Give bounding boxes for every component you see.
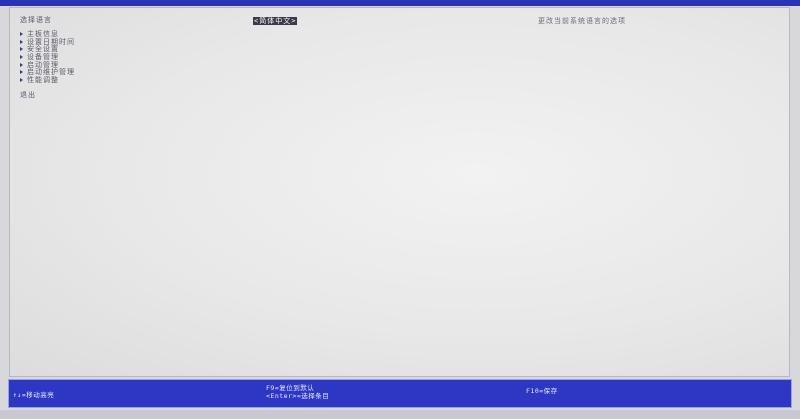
help-text: 更改当前系统语言的选项 [538, 17, 626, 25]
bios-setup-screen: 选择语言 主板信息 设置日期时间 安全设置 设备管理 启动管理 启动维护管理 性… [0, 0, 800, 419]
menu-item-security[interactable]: 安全设置 [20, 45, 220, 53]
section-title-select-language[interactable]: 选择语言 [20, 16, 220, 24]
menu-column: 选择语言 主板信息 设置日期时间 安全设置 设备管理 启动管理 启动维护管理 性… [20, 16, 220, 99]
main-panel: 选择语言 主板信息 设置日期时间 安全设置 设备管理 启动管理 启动维护管理 性… [9, 7, 790, 377]
key-hint-footer: ↑↓=移动高亮 F9=复位到默认 <Enter>=选择条目 F10=保存 [8, 379, 792, 408]
hint-select-entry: <Enter>=选择条目 [266, 392, 330, 400]
arrow-right-icon [20, 31, 23, 36]
menu-list: 主板信息 设置日期时间 安全设置 设备管理 启动管理 启动维护管理 性能调整 [20, 30, 220, 84]
top-bar [0, 0, 800, 6]
arrow-right-icon [20, 70, 23, 75]
bottom-edge [0, 410, 800, 419]
arrow-right-icon [20, 62, 23, 67]
arrow-right-icon [20, 77, 23, 82]
hint-save: F10=保存 [526, 387, 558, 395]
menu-item-mainboard-info[interactable]: 主板信息 [20, 30, 220, 38]
menu-item-exit[interactable]: 退出 [20, 91, 220, 99]
arrow-right-icon [20, 54, 23, 59]
arrow-right-icon [20, 39, 23, 44]
menu-item-label: 性能调整 [27, 75, 59, 84]
language-selector-value[interactable]: <简体中文> [253, 17, 298, 25]
menu-item-boot-maintenance[interactable]: 启动维护管理 [20, 68, 220, 76]
menu-item-device-manager[interactable]: 设备管理 [20, 53, 220, 61]
menu-item-performance[interactable]: 性能调整 [20, 76, 220, 84]
arrow-right-icon [20, 47, 23, 52]
hint-move-highlight: ↑↓=移动高亮 [13, 391, 55, 399]
